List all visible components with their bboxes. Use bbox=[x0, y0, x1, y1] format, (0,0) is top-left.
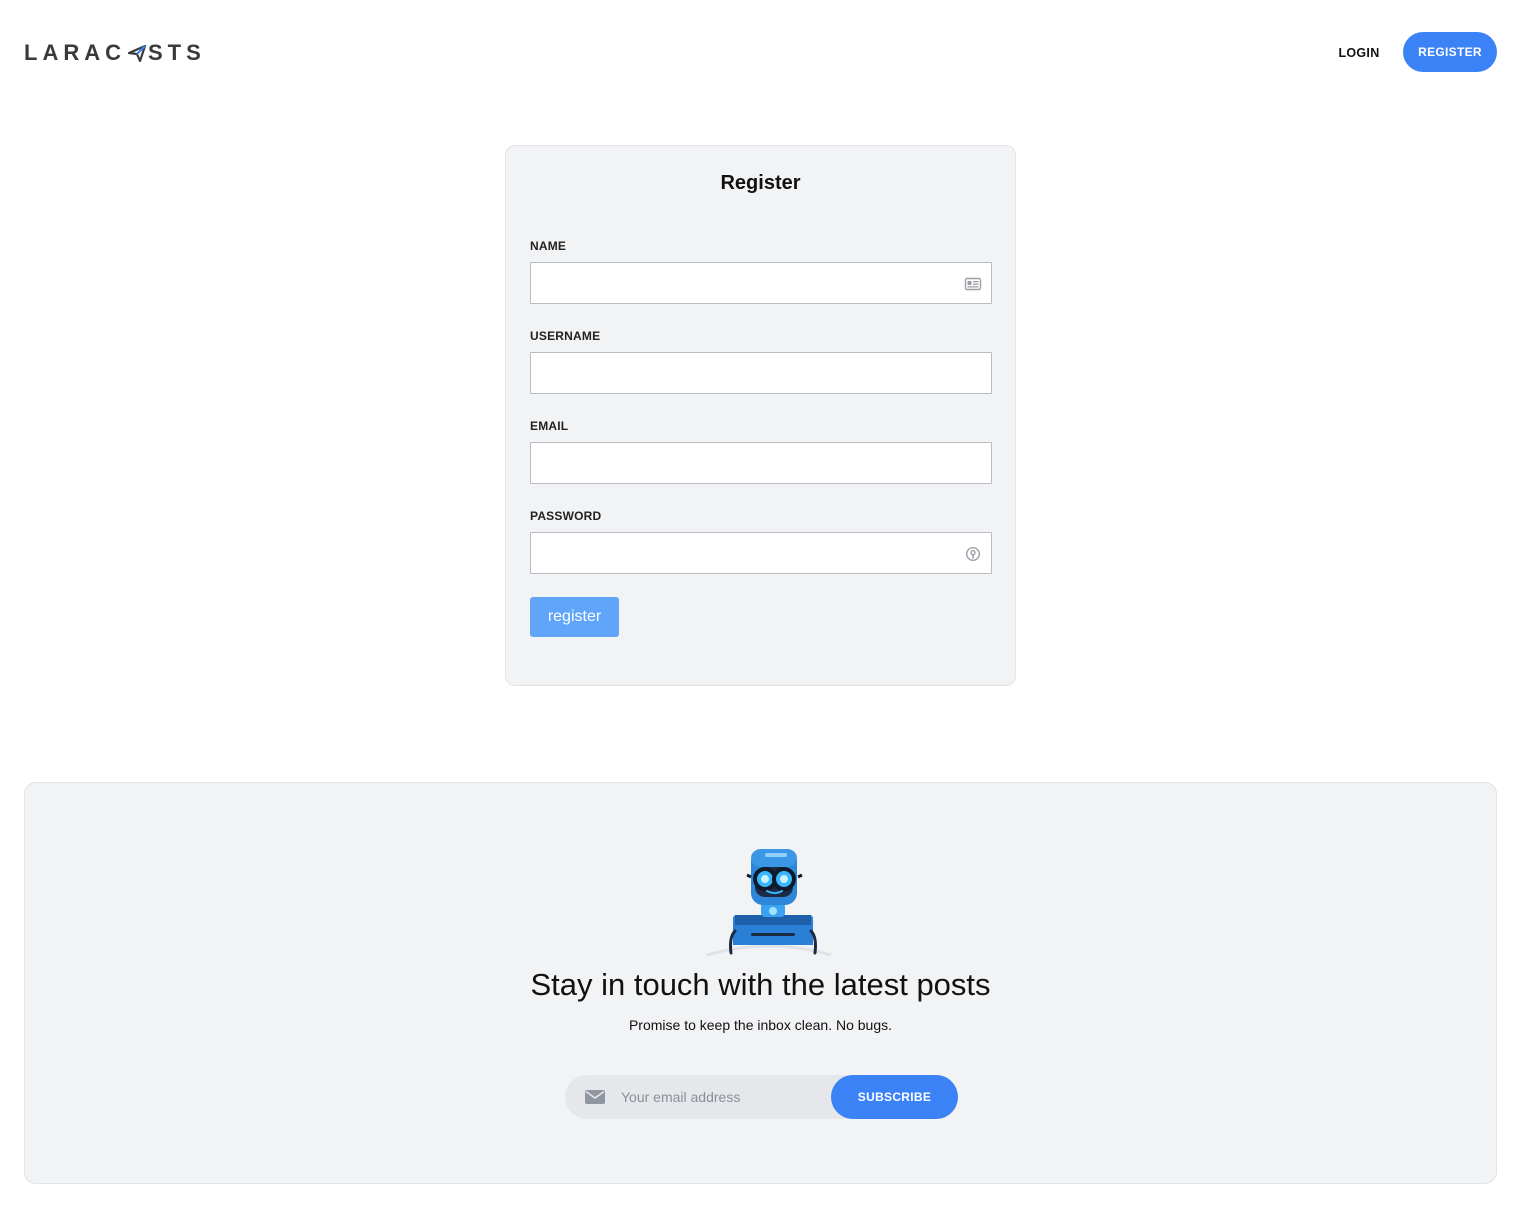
username-label: USERNAME bbox=[530, 329, 601, 343]
email-label: EMAIL bbox=[530, 419, 569, 433]
password-manager-icon[interactable] bbox=[964, 545, 982, 563]
username-field[interactable] bbox=[530, 352, 992, 394]
password-field[interactable] bbox=[530, 532, 992, 574]
logo-text-left: LARAC bbox=[24, 40, 126, 65]
contact-card-icon[interactable] bbox=[964, 275, 982, 293]
register-card: Register NAME USERNAME EMAIL PASSWORD re… bbox=[505, 145, 1016, 686]
username-input[interactable] bbox=[531, 353, 991, 393]
name-field[interactable] bbox=[530, 262, 992, 304]
login-link[interactable]: LOGIN bbox=[1326, 42, 1392, 64]
form-title: Register bbox=[720, 172, 801, 194]
newsletter-email-input[interactable] bbox=[619, 1075, 829, 1119]
email-input[interactable] bbox=[531, 443, 991, 483]
paper-plane-icon bbox=[128, 44, 146, 62]
newsletter-subtitle: Promise to keep the inbox clean. No bugs… bbox=[628, 1017, 893, 1033]
email-field[interactable] bbox=[530, 442, 992, 484]
robot-mascot-image bbox=[705, 845, 833, 957]
site-header: LARAC STS LOGIN REGISTER bbox=[0, 0, 1521, 104]
newsletter-panel: Stay in touch with the latest posts Prom… bbox=[24, 782, 1497, 1184]
logo-text-right: STS bbox=[148, 40, 206, 65]
newsletter-title: Stay in touch with the latest posts bbox=[530, 967, 991, 1002]
subscribe-form: SUBSCRIBE bbox=[565, 1075, 958, 1119]
laracasts-logo[interactable]: LARAC STS bbox=[24, 40, 206, 66]
envelope-icon bbox=[585, 1089, 605, 1105]
name-input[interactable] bbox=[531, 263, 991, 303]
password-input[interactable] bbox=[531, 533, 991, 573]
register-submit-button[interactable]: register bbox=[530, 597, 619, 637]
subscribe-button[interactable]: SUBSCRIBE bbox=[831, 1075, 958, 1119]
password-label: PASSWORD bbox=[530, 509, 602, 523]
register-nav-button[interactable]: REGISTER bbox=[1403, 32, 1497, 72]
name-label: NAME bbox=[530, 239, 567, 253]
